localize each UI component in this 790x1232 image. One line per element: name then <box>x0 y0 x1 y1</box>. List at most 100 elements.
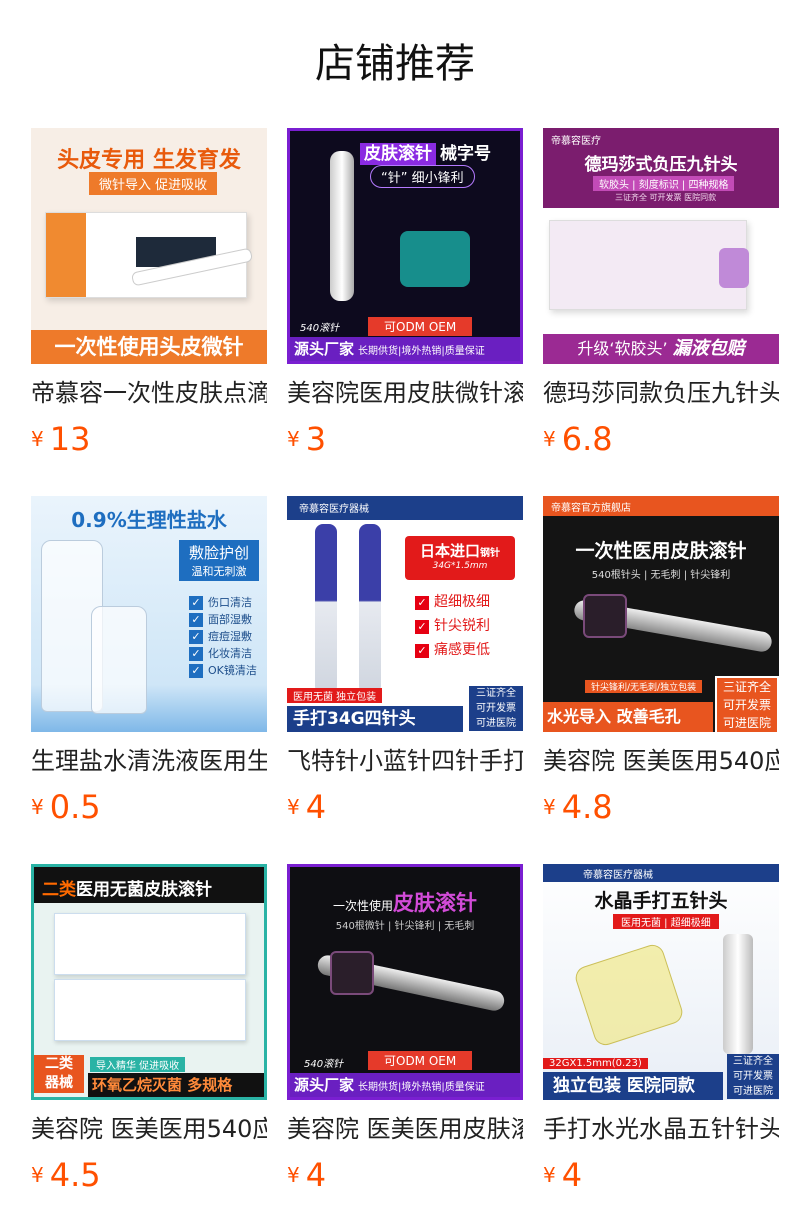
check-item: ✓ 面部湿敷 <box>189 611 257 628</box>
currency-symbol: ¥ <box>287 795 300 819</box>
product-title[interactable]: 美容院 医美医用540应 <box>543 744 779 778</box>
image-tag: 医用无菌 独立包装 <box>287 688 383 703</box>
product-card[interactable]: 帝慕容官方旗舰店 一次性医用皮肤滚针 540根针头 | 无毛刺 | 针尖锋利 针… <box>543 496 779 836</box>
image-caption: 德玛莎式负压九针头 <box>584 155 738 175</box>
image-tag: 可ODM OEM <box>368 1051 473 1070</box>
product-price: ¥3 <box>287 420 326 460</box>
check-item: ✓ 针尖锐利 <box>415 614 490 638</box>
currency-symbol: ¥ <box>287 427 300 451</box>
product-price: ¥13 <box>31 420 90 460</box>
product-price: ¥4.5 <box>31 1156 101 1196</box>
image-caption: 软胶头 | 刻度标识 | 四种规格 <box>593 176 735 191</box>
product-image[interactable]: 一次性使用皮肤滚针 540根微针 | 针尖锋利 | 无毛刺 540滚针 可ODM… <box>287 864 523 1100</box>
cert-badge: 三证齐全 可开发票 可进医院 <box>469 686 523 731</box>
price-value: 4 <box>561 1156 583 1194</box>
product-card[interactable]: 二类医用无菌皮肤滚针 二类 器械 导入精华 促进吸收 环氧乙烷灭菌 多规格 美容院… <box>31 864 267 1204</box>
brand-label: 帝慕容医疗 <box>551 136 601 147</box>
price-value: 4.8 <box>561 788 613 826</box>
product-image[interactable]: 帝慕容医疗器械 水晶手打五针头 医用无菌 | 超细极细 32GX1.5mm(0.… <box>543 864 779 1100</box>
product-card[interactable]: 帝慕容医疗器械 日本进口钢针 34G*1.5mm ✓ 超细极细 ✓ 针尖锐利 ✓ 痛感… <box>287 496 523 836</box>
product-price: ¥6.8 <box>543 420 613 460</box>
needle-head-illustration <box>719 248 749 288</box>
currency-symbol: ¥ <box>543 427 556 451</box>
image-caption: 一次性医用皮肤滚针 <box>575 540 747 562</box>
currency-symbol: ¥ <box>543 795 556 819</box>
brand-label: 帝慕容医疗器械 <box>299 504 369 515</box>
price-value: 4.5 <box>49 1156 101 1194</box>
check-list: ✓ 超细极细 ✓ 针尖锐利 ✓ 痛感更低 <box>415 590 490 662</box>
product-image[interactable]: 皮肤滚针 械字号 “针” 细小锋利 540滚针 可ODM OEM 源头厂家 长期供货… <box>287 128 523 364</box>
product-grid: 头皮专用 生发育发 微针导入 促进吸收 一次性使用头皮微针 帝慕容一次性皮肤点滴… <box>0 0 790 1232</box>
image-caption: 二类医用无菌皮肤滚针 <box>42 880 212 900</box>
image-caption: 日本进口钢针 34G*1.5mm <box>405 536 515 580</box>
product-card[interactable]: 皮肤滚针 械字号 “针” 细小锋利 540滚针 可ODM OEM 源头厂家 长期供货… <box>287 128 523 468</box>
product-image[interactable]: 帝慕容医疗 德玛莎式负压九针头 软胶头 | 刻度标识 | 四种规格 三证齐全 可… <box>543 128 779 364</box>
image-caption: 水晶手打五针头 <box>594 890 728 912</box>
cert-badge: 三证齐全 可开发票 可进医院 <box>727 1054 779 1099</box>
bottle-illustration <box>91 606 147 714</box>
image-caption: 0.9%生理性盐水 <box>71 508 227 532</box>
product-card[interactable]: 头皮专用 生发育发 微针导入 促进吸收 一次性使用头皮微针 帝慕容一次性皮肤点滴… <box>31 128 267 468</box>
product-title[interactable]: 生理盐水清洗液医用生 <box>31 744 267 778</box>
image-caption: 一次性使用皮肤滚针 <box>332 891 477 915</box>
roller-head-illustration <box>330 951 374 995</box>
roller-head-illustration <box>400 231 470 287</box>
price-value: 6.8 <box>561 420 613 458</box>
image-tag: 针尖锋利/无毛刺/独立包装 <box>585 680 703 693</box>
product-image[interactable]: 头皮专用 生发育发 微针导入 促进吸收 一次性使用头皮微针 <box>31 128 267 364</box>
currency-symbol: ¥ <box>31 1163 44 1187</box>
image-banner: 手打34G四针头 <box>287 706 463 732</box>
cert-badge: 三证齐全 可开发票 可进医院 <box>715 676 779 732</box>
image-tag: 可ODM OEM <box>368 317 473 336</box>
crystal-head-illustration <box>572 941 686 1049</box>
product-card[interactable]: 0.9%生理性盐水 敷脸护创 温和无刺激 ✓ 伤口清洁 ✓ 面部湿敷 ✓ 痘痘湿敷 ✓… <box>31 496 267 836</box>
price-value: 0.5 <box>49 788 101 826</box>
check-item: ✓ 痛感更低 <box>415 638 490 662</box>
image-tag: 导入精华 促进吸收 <box>90 1057 186 1072</box>
product-image[interactable]: 0.9%生理性盐水 敷脸护创 温和无刺激 ✓ 伤口清洁 ✓ 面部湿敷 ✓ 痘痘湿敷 ✓… <box>31 496 267 732</box>
product-image[interactable]: 二类医用无菌皮肤滚针 二类 器械 导入精华 促进吸收 环氧乙烷灭菌 多规格 <box>31 864 267 1100</box>
image-banner: 升级‘软胶头’ 漏液包赔 <box>543 334 779 364</box>
check-item: ✓ 痘痘湿敷 <box>189 628 257 645</box>
currency-symbol: ¥ <box>31 795 44 819</box>
product-card[interactable]: 帝慕容医疗器械 水晶手打五针头 医用无菌 | 超细极细 32GX1.5mm(0.… <box>543 864 779 1204</box>
roller-head-illustration <box>583 594 627 638</box>
image-banner: 源头厂家 长期供货|境外热销|质量保证 <box>290 1073 520 1097</box>
image-caption: 微针导入 促进吸收 <box>89 172 218 195</box>
image-caption: 皮肤滚针 械字号 <box>360 139 491 165</box>
product-title[interactable]: 德玛莎同款负压九针头 <box>543 376 779 410</box>
currency-symbol: ¥ <box>543 1163 556 1187</box>
check-item: ✓ OK镜清洁 <box>189 662 257 679</box>
product-price: ¥0.5 <box>31 788 101 828</box>
product-title[interactable]: 帝慕容一次性皮肤点滴 <box>31 376 267 410</box>
image-tag: 540滚针 <box>304 1059 344 1070</box>
image-banner: 水光导入 改善毛孔 <box>543 702 713 732</box>
product-title[interactable]: 飞特针小蓝针四针手打 <box>287 744 523 778</box>
product-image[interactable]: 帝慕容官方旗舰店 一次性医用皮肤滚针 540根针头 | 无毛刺 | 针尖锋利 针… <box>543 496 779 732</box>
product-box-illustration <box>54 913 246 975</box>
product-price: ¥4 <box>543 1156 582 1196</box>
currency-symbol: ¥ <box>287 1163 300 1187</box>
image-banner: 环氧乙烷灭菌 多规格 <box>88 1073 264 1097</box>
product-price: ¥4.8 <box>543 788 613 828</box>
brand-label: 帝慕容官方旗舰店 <box>551 503 631 514</box>
check-list: ✓ 伤口清洁 ✓ 面部湿敷 ✓ 痘痘湿敷 ✓ 化妆清洁 ✓ OK镜清洁 <box>189 594 257 679</box>
image-caption: 头皮专用 生发育发 <box>57 148 241 173</box>
currency-symbol: ¥ <box>31 427 44 451</box>
price-value: 4 <box>305 788 327 826</box>
product-card[interactable]: 帝慕容医疗 德玛莎式负压九针头 软胶头 | 刻度标识 | 四种规格 三证齐全 可… <box>543 128 779 468</box>
image-caption: “针” 细小锋利 <box>370 165 475 188</box>
needle-illustration <box>359 524 381 694</box>
price-value: 13 <box>49 420 91 458</box>
product-title[interactable]: 美容院医用皮肤微针滚 <box>287 376 523 410</box>
product-image[interactable]: 帝慕容医疗器械 日本进口钢针 34G*1.5mm ✓ 超细极细 ✓ 针尖锐利 ✓ 痛感… <box>287 496 523 732</box>
image-banner: 源头厂家 长期供货|境外热销|质量保证 <box>290 337 520 361</box>
check-item: ✓ 超细极细 <box>415 590 490 614</box>
product-title[interactable]: 手打水光水晶五针针头 <box>543 1112 779 1146</box>
image-banner: 一次性使用头皮微针 <box>31 330 267 364</box>
product-card[interactable]: 一次性使用皮肤滚针 540根微针 | 针尖锋利 | 无毛刺 540滚针 可ODM… <box>287 864 523 1204</box>
image-caption: 三证齐全 可开发票 医院同款 <box>615 193 717 202</box>
product-title[interactable]: 美容院 医美医用540应 <box>31 1112 267 1146</box>
product-title[interactable]: 美容院 医美医用皮肤滚 <box>287 1112 523 1146</box>
image-caption: 540根针头 | 无毛刺 | 针尖锋利 <box>591 570 731 581</box>
